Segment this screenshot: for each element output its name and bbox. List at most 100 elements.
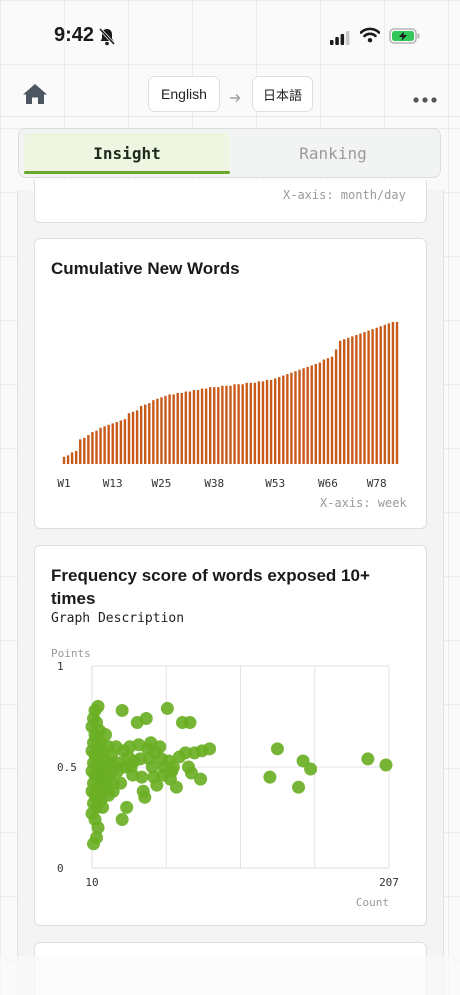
bar-week-80 [383,324,387,464]
bar-week-49 [257,381,261,464]
bar-week-55 [282,375,285,464]
tab-ranking[interactable]: Ranking [231,133,435,173]
wifi-icon [359,27,381,47]
bar-week-81 [387,323,391,464]
bar-week-67 [330,356,334,464]
bar-week-76 [367,330,370,464]
bar-week-54 [278,377,281,464]
cumulative-new-words-card: Cumulative New Words W1 W13 W25 W38 W53 W66 W7… [34,238,427,529]
bar-week-56 [286,374,289,464]
bar-week-40 [221,385,224,464]
bar-week-26 [164,395,167,464]
x-tick-label: W66 [318,477,338,490]
target-language-button[interactable]: 日本語 [252,76,313,112]
bar-week-74 [359,333,362,464]
y-tick-label: 1 [57,660,64,673]
bar-week-5 [79,439,82,464]
scatter-point [91,699,105,713]
bar-week-36 [204,388,208,464]
bar-week-16 [123,419,127,464]
bar-week-32 [188,391,192,464]
bar-week-64 [318,362,322,464]
bar-week-31 [184,391,188,464]
scatter-point [292,780,306,794]
bar-week-82 [391,321,395,464]
tab-insight[interactable]: Insight [24,133,230,173]
bar-week-10 [99,427,102,464]
y-tick-label: 0.5 [57,761,77,774]
arrow-right-icon [229,88,241,107]
bar-week-11 [103,426,106,464]
x-tick-label: 10 [85,876,98,889]
scatter-point [270,742,284,756]
scatter-point [183,716,197,730]
bar-week-35 [200,388,204,464]
bar-week-27 [168,394,171,464]
bar-week-73 [355,334,358,464]
bar-week-25 [160,397,163,464]
scatter-point [153,740,167,754]
bell-slash-icon [98,27,116,50]
scatter-point [263,770,277,784]
scatter-point [379,758,393,772]
bar-week-8 [91,432,94,464]
bar-week-2 [66,455,70,464]
bar-week-72 [351,336,354,464]
bar-week-34 [196,390,200,464]
bar-week-47 [249,382,252,464]
bar-week-61 [306,366,309,464]
bar-week-20 [139,406,143,464]
cumulative-bar-chart: W1 W13 W25 W38 W53 W66 W78 [57,321,399,490]
bar-week-50 [261,381,265,464]
frequency-scatter-chart: Points Count 0 0.5 1 10 207 [51,647,399,909]
scatter-point [90,831,104,845]
scatter-point [120,800,134,814]
x-tick-label: W25 [152,477,172,490]
bar-week-30 [180,392,183,464]
bar-week-52 [269,379,273,464]
battery-charging-icon [389,28,421,48]
scatter-point [99,728,113,742]
header-divider [0,116,460,117]
x-tick-label: W13 [103,477,123,490]
bar-week-13 [111,423,114,464]
bar-week-71 [347,337,350,464]
scatter-point [96,800,110,814]
scatter-point [138,790,152,804]
bar-week-39 [217,387,220,464]
bar-week-77 [371,329,374,464]
y-axis-label: Points [51,647,91,660]
bar-week-65 [322,359,326,464]
scatter-point [361,752,375,766]
bar-week-12 [107,424,110,464]
x-tick-label: W53 [265,477,285,490]
bar-week-63 [314,363,317,464]
bar-week-23 [152,400,155,464]
bottom-fade-overlay [0,956,460,995]
x-tick-label: W78 [367,477,387,490]
bar-week-75 [363,332,366,464]
status-time: 9:42 [54,24,95,46]
bar-week-3 [70,452,74,464]
bar-week-60 [302,368,305,464]
bar-week-21 [144,404,147,464]
more-options-icon[interactable] [412,89,438,108]
source-language-button[interactable]: English [148,76,220,112]
bar-week-58 [294,371,297,464]
bar-week-44 [237,384,240,464]
bar-week-17 [127,413,131,464]
bar-week-59 [298,369,301,464]
bar-week-43 [233,384,236,464]
bar-week-24 [156,398,159,464]
bar-week-83 [395,321,399,464]
bar-week-69 [338,340,342,464]
bar-week-46 [245,382,248,464]
scatter-point [115,703,129,717]
bar-week-19 [135,410,139,464]
bar-week-28 [172,394,175,464]
x-axis-label: Count [356,896,389,909]
home-icon[interactable] [21,82,49,110]
segmented-tabs: Insight Ranking [18,128,441,178]
scatter-point [304,762,318,776]
bar-week-9 [95,430,98,464]
